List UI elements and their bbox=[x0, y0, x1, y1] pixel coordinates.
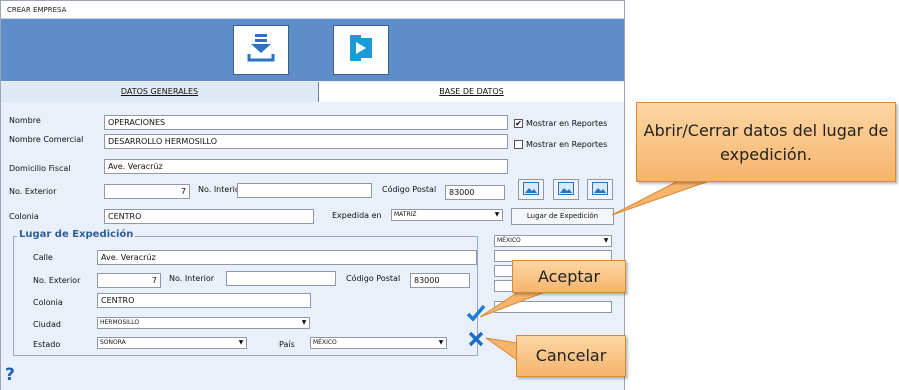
callout-lugar-note: Abrir/Cerrar datos del lugar de expedici… bbox=[636, 102, 896, 182]
callout-cancelar: Cancelar bbox=[516, 335, 626, 377]
callout-pointers bbox=[479, 179, 713, 361]
callout-aceptar: Aceptar bbox=[512, 260, 626, 293]
